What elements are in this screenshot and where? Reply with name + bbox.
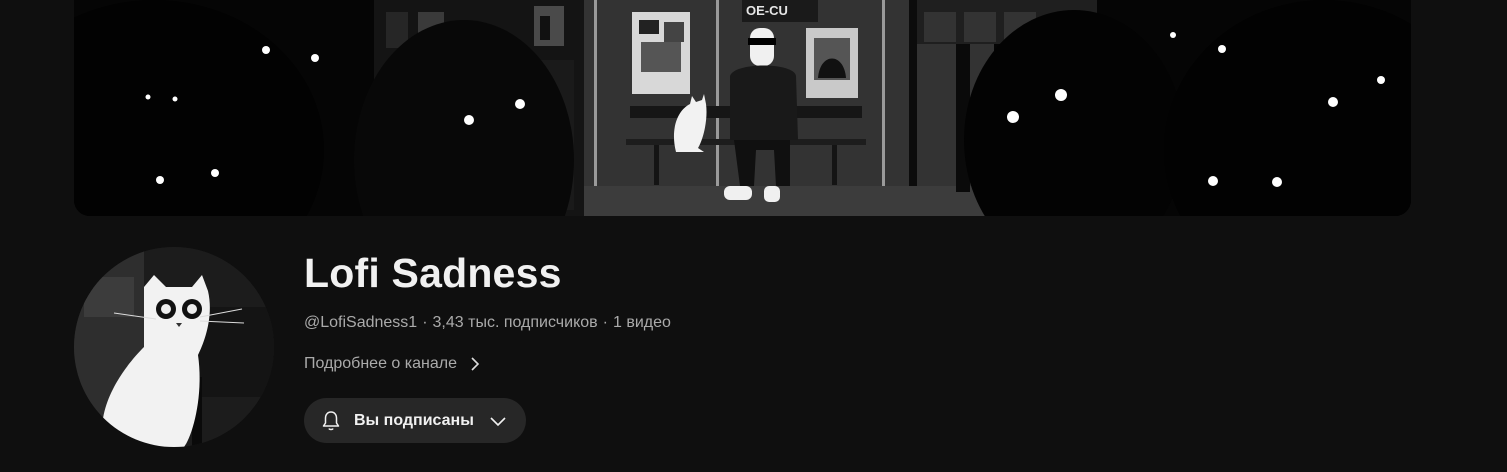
channel-about-link[interactable]: Подробнее о канале <box>304 352 483 376</box>
banner-illustration: OE-CU <box>74 0 1411 216</box>
channel-title: Lofi Sadness <box>304 250 562 296</box>
about-link-label: Подробнее о канале <box>304 355 457 372</box>
subscriber-count: 3,43 тыс. подписчиков <box>432 314 598 331</box>
channel-handle: @LofiSadness1 <box>304 314 418 331</box>
chevron-down-icon <box>487 410 509 432</box>
meta-separator: · <box>422 314 428 331</box>
subscribed-button[interactable]: Вы подписаны <box>304 398 526 443</box>
meta-separator: · <box>602 314 608 331</box>
chevron-right-icon <box>467 356 483 372</box>
video-count: 1 видео <box>612 314 671 331</box>
banner-sign-text: OE-CU <box>746 3 788 18</box>
channel-header: OE-CU Lofi Sadness @LofiSadness1 · 3,43 … <box>0 0 1507 472</box>
channel-avatar[interactable] <box>74 247 274 447</box>
channel-metadata: @LofiSadness1 · 3,43 тыс. подписчиков · 1 ви… <box>304 314 671 332</box>
bell-icon <box>319 409 343 433</box>
channel-banner: OE-CU <box>74 0 1411 216</box>
avatar-cat-image <box>74 247 274 447</box>
subscribed-button-label: Вы подписаны <box>354 411 474 429</box>
